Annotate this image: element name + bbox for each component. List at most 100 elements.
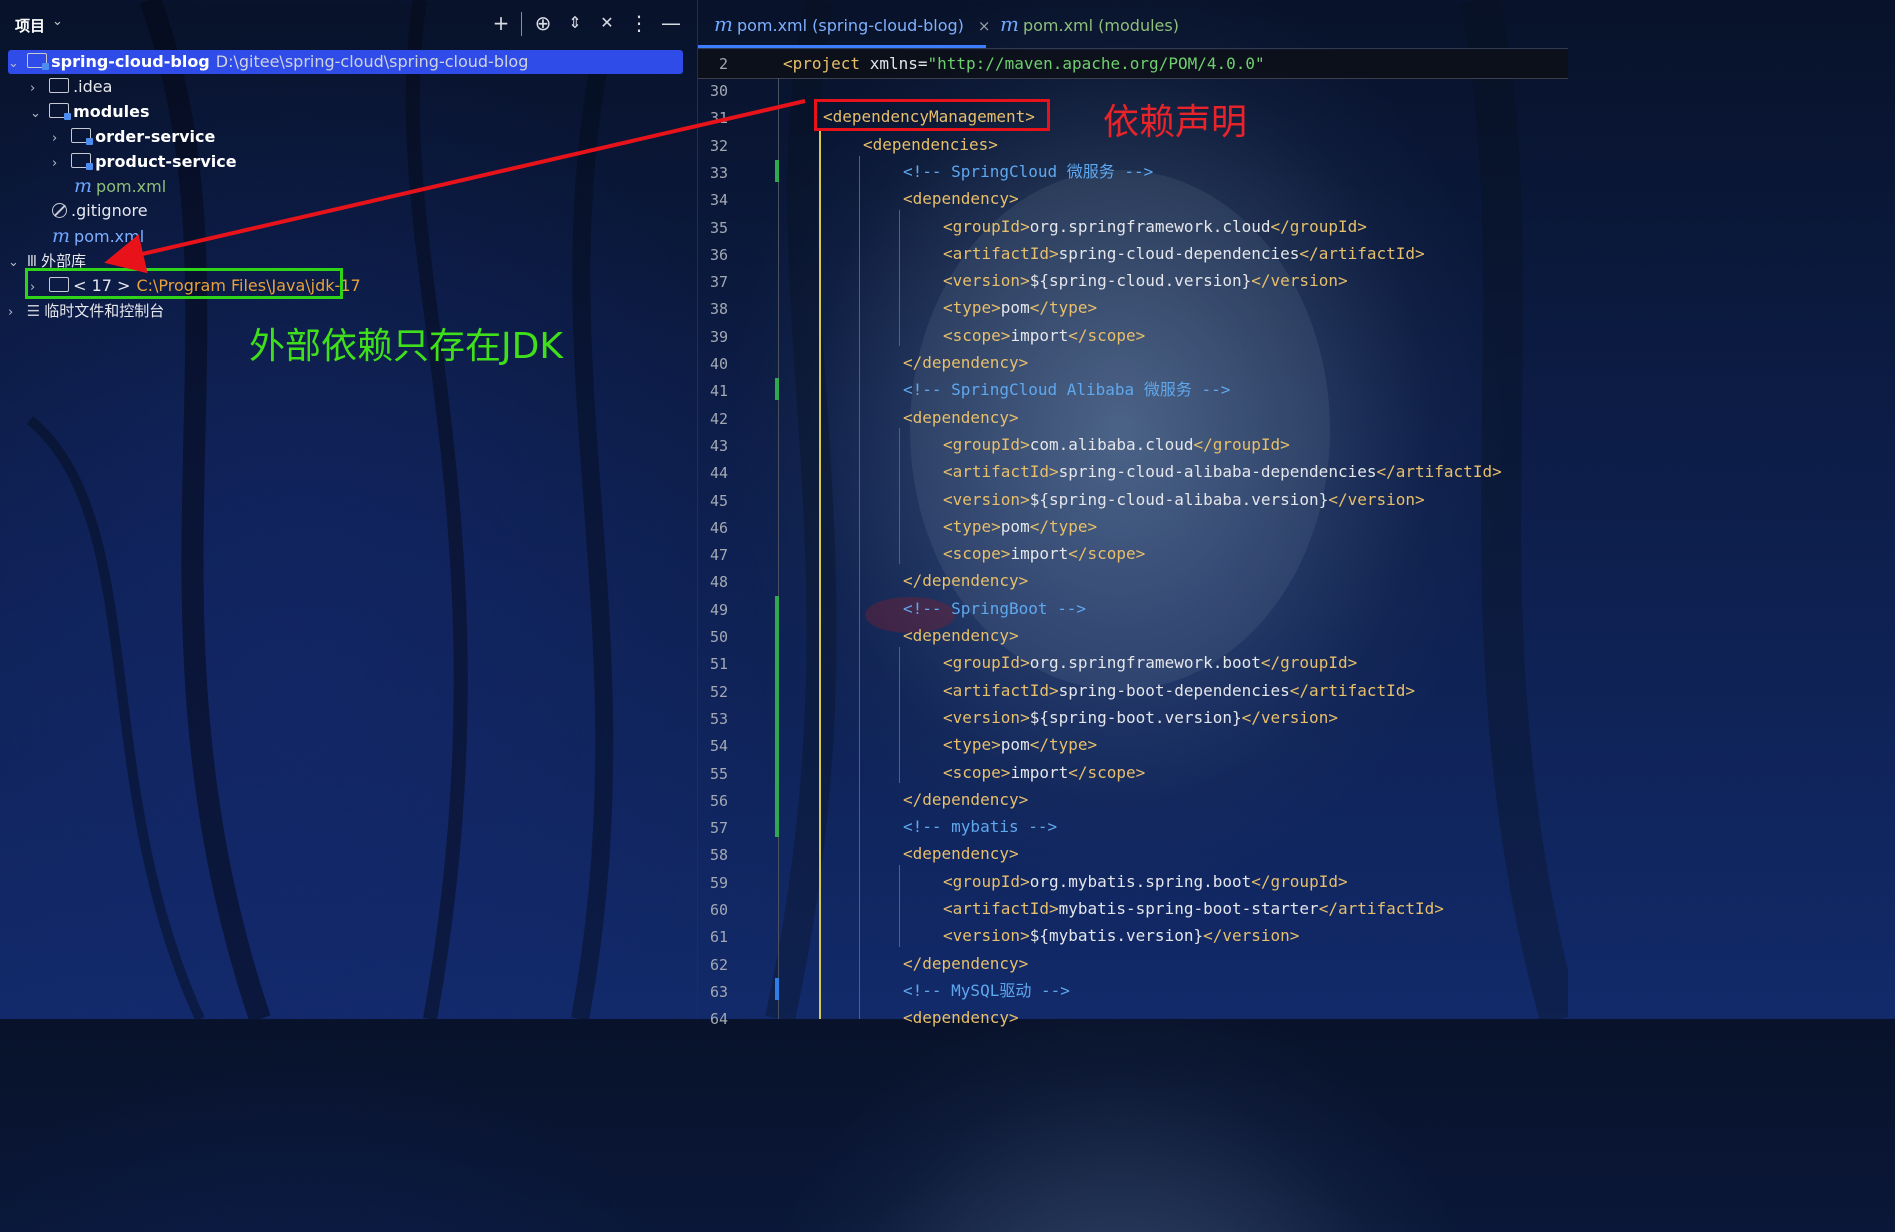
vcs-change-marker[interactable] [775, 160, 779, 182]
annotation-green-box [25, 268, 343, 299]
maven-file-icon: m [1000, 12, 1019, 36]
chevron-right-icon[interactable]: › [52, 127, 66, 151]
line-number[interactable]: 32 [698, 133, 728, 160]
line-number[interactable]: 57 [698, 815, 728, 842]
code-tag: </version> [1203, 926, 1300, 946]
line-number[interactable]: 47 [698, 542, 728, 569]
chevron-down-icon[interactable]: ⌄ [52, 14, 63, 29]
tree-item-root[interactable]: ⌄ spring-cloud-blog D:\gitee\spring-cloud… [8, 50, 683, 74]
code-line: <artifactId>spring-cloud-dependencies</a… [943, 240, 1425, 267]
line-number[interactable]: 45 [698, 488, 728, 515]
code-line: <scope>import</scope> [943, 759, 1145, 786]
line-number[interactable]: 63 [698, 979, 728, 1006]
line-number[interactable]: 52 [698, 679, 728, 706]
line-number[interactable]: 64 [698, 1006, 728, 1033]
line-number[interactable]: 44 [698, 460, 728, 487]
code-tag: <scope> [943, 544, 1011, 564]
tree-item-product-service[interactable]: › product-service [52, 150, 237, 174]
line-number[interactable]: 40 [698, 351, 728, 378]
code-line: <type>pom</type> [943, 731, 1097, 758]
chevron-right-icon[interactable]: › [30, 77, 44, 101]
code-tag: <groupId> [943, 434, 1030, 454]
tree-item-root-pom[interactable]: m pom.xml [52, 224, 144, 248]
line-number[interactable]: 60 [698, 897, 728, 924]
tree-item-modules-pom[interactable]: m pom.xml [74, 174, 166, 198]
line-number[interactable]: 33 [698, 160, 728, 187]
line-number[interactable]: 37 [698, 269, 728, 296]
code-line: <artifactId>spring-boot-dependencies</ar… [943, 677, 1415, 704]
gutter-separator [778, 78, 779, 1019]
code-comment: <!-- SpringCloud Alibaba 微服务 --> [903, 380, 1231, 400]
code-tag: </version> [1251, 271, 1348, 291]
chevron-right-icon[interactable]: › [8, 301, 22, 325]
tree-item-gitignore[interactable]: .gitignore [52, 199, 148, 223]
vcs-change-marker[interactable] [775, 378, 779, 400]
tab-pom-spring-cloud-blog[interactable]: m pom.xml (spring-cloud-blog) × [714, 0, 990, 48]
code-tag: <dependency> [903, 626, 1019, 645]
line-number[interactable]: 49 [698, 597, 728, 624]
line-number[interactable]: 42 [698, 406, 728, 433]
line-number[interactable]: 38 [698, 296, 728, 323]
line-number[interactable]: 34 [698, 187, 728, 214]
chevron-down-icon[interactable]: ⌄ [30, 102, 44, 126]
code-tag: </dependency> [903, 789, 1029, 809]
code-tag: </artifactId> [1299, 243, 1425, 263]
line-number[interactable]: 61 [698, 924, 728, 951]
line-number[interactable]: 43 [698, 433, 728, 460]
ignored-file-icon [52, 203, 67, 218]
line-number[interactable]: 50 [698, 624, 728, 651]
indent-guide [899, 210, 900, 346]
code-tag: </dependency> [903, 353, 1029, 372]
line-number[interactable]: 62 [698, 952, 728, 979]
chevron-right-icon[interactable]: › [52, 152, 66, 176]
line-number[interactable]: 48 [698, 569, 728, 596]
code-tag: <type> [943, 516, 1001, 536]
sticky-header-line[interactable]: 2 <project xmlns="http://maven.apache.or… [698, 50, 1568, 79]
line-number[interactable]: 53 [698, 706, 728, 733]
expand-all-icon[interactable]: ⇕ [563, 13, 587, 32]
line-number[interactable]: 30 [698, 78, 728, 105]
code-line: <dependency> [903, 1004, 1019, 1031]
close-icon[interactable]: × [978, 17, 991, 35]
line-number[interactable]: 46 [698, 515, 728, 542]
tree-item-order-service[interactable]: › order-service [52, 125, 215, 149]
indent-guide [899, 865, 900, 947]
more-options-icon[interactable]: ⋮ [627, 11, 651, 35]
line-number[interactable]: 35 [698, 215, 728, 242]
line-number[interactable]: 56 [698, 788, 728, 815]
project-panel-title[interactable]: 项目 [15, 15, 45, 36]
code-text: ${mybatis.version} [1029, 926, 1204, 946]
line-number[interactable]: 39 [698, 324, 728, 351]
line-number[interactable]: 55 [698, 761, 728, 788]
sticky-attr: xmlns= [869, 54, 928, 73]
chevron-down-icon[interactable]: ⌄ [8, 251, 22, 275]
code-tag: <type> [943, 735, 1001, 755]
line-number[interactable]: 31 [698, 105, 728, 132]
code-editor: m pom.xml (spring-cloud-blog) × m pom.xml (… [698, 0, 1568, 1028]
vcs-change-marker[interactable] [775, 978, 779, 1000]
tab-pom-modules[interactable]: m pom.xml (modules) [1000, 0, 1179, 48]
module-folder-icon [27, 53, 50, 70]
tree-item-scratches[interactable]: › ☰ 临时文件和控制台 [8, 299, 164, 323]
tab-label: pom.xml (spring-cloud-blog) [736, 16, 964, 35]
line-number[interactable]: 58 [698, 842, 728, 869]
vcs-change-marker[interactable] [775, 596, 779, 837]
code-line: <type>pom</type> [943, 513, 1097, 540]
code-text: pom [1000, 298, 1030, 318]
line-number[interactable]: 36 [698, 242, 728, 269]
tree-item-label: pom.xml [74, 227, 145, 246]
collapse-all-icon[interactable]: ✕ [595, 13, 619, 32]
line-number[interactable]: 41 [698, 378, 728, 405]
chevron-down-icon[interactable]: ⌄ [8, 52, 22, 76]
code-text: org.springframework.boot [1029, 653, 1261, 673]
line-number[interactable]: 51 [698, 651, 728, 678]
line-number[interactable]: 54 [698, 733, 728, 760]
tree-item-modules[interactable]: ⌄ modules [30, 100, 149, 124]
locate-icon[interactable]: ⊕ [531, 11, 555, 35]
active-tab-indicator [698, 45, 986, 48]
add-icon[interactable]: + [489, 11, 513, 35]
tree-item-idea[interactable]: › .idea [30, 75, 112, 99]
code-text: import [1010, 762, 1069, 782]
line-number[interactable]: 59 [698, 870, 728, 897]
hide-panel-icon[interactable]: — [659, 11, 683, 35]
